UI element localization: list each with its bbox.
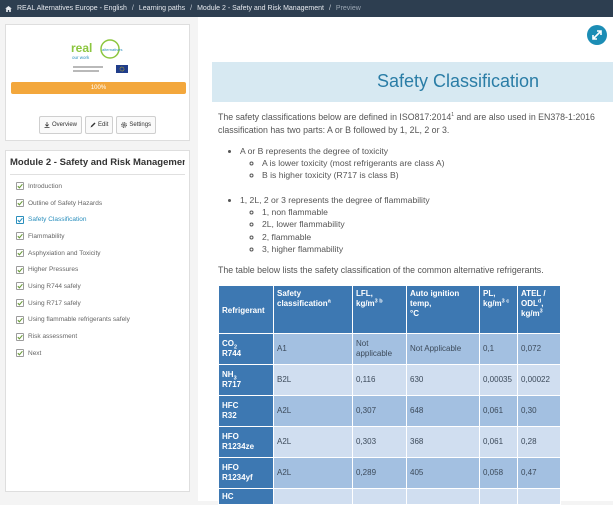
gear-icon [121, 122, 128, 128]
nav-item[interactable]: Asphyxiation and Toxicity [10, 245, 185, 262]
check-icon [17, 351, 23, 356]
breadcrumb: REAL Alternatives Europe - English / Lea… [0, 0, 613, 17]
nav-item[interactable]: Introduction [10, 178, 185, 195]
breadcrumb-separator: / [190, 5, 193, 12]
download-icon [44, 122, 50, 128]
check-icon [17, 184, 23, 189]
nav-item[interactable]: Using flammable refrigerants safely [10, 312, 185, 329]
completed-checkbox [16, 299, 24, 308]
check-icon [17, 250, 23, 256]
course-actions: Overview Edit Settings [39, 116, 157, 134]
nav-item[interactable]: Using R744 safely [10, 278, 185, 295]
overview-button[interactable]: Overview [39, 116, 83, 134]
module-title: Module 2 - Safety and Risk Management [10, 157, 185, 168]
nav-item-label: Using R717 safely [28, 299, 81, 307]
check-icon [17, 317, 23, 323]
breadcrumb-current: Preview [335, 5, 361, 12]
logo-tagline: our work [72, 55, 90, 60]
module-item-list: Introduction Outline of Safety Hazards Saf… [10, 178, 185, 362]
breadcrumb-separator: / [131, 5, 134, 12]
nav-item[interactable]: Using R717 safely [10, 295, 185, 312]
check-icon [17, 217, 23, 223]
nav-item-label: Next [28, 349, 42, 357]
nav-item-label: Safety Classification [28, 216, 87, 224]
nav-item[interactable]: Flammability [10, 228, 185, 245]
check-icon [17, 267, 23, 273]
completed-checkbox [16, 232, 24, 241]
logo-word: real [71, 41, 92, 55]
completed-checkbox [16, 315, 24, 324]
nav-item-label: Asphyxiation and Toxicity [28, 249, 101, 257]
completed-checkbox [16, 349, 24, 358]
nav-item-label: Outline of Safety Hazards [28, 199, 103, 207]
nav-item-label: Risk assessment [28, 333, 78, 341]
expand-icon [592, 30, 602, 40]
divider [10, 174, 185, 175]
home-icon[interactable] [5, 5, 12, 12]
completed-checkbox [16, 199, 24, 208]
overview-button-label: Overview [52, 122, 78, 128]
check-icon [17, 284, 23, 290]
settings-button-label: Settings [129, 122, 152, 128]
expand-button[interactable] [587, 25, 607, 45]
real-alternatives-logo: real alternatives our work [69, 37, 131, 77]
completed-checkbox [16, 249, 24, 258]
progress-label: 100% [90, 85, 107, 91]
breadcrumb-item-module[interactable]: Module 2 - Safety and Risk Management [197, 5, 324, 12]
edit-button-label: Edit [98, 122, 109, 128]
pencil-icon [90, 122, 96, 128]
completed-checkbox [16, 215, 24, 224]
breadcrumb-item-learning-paths[interactable]: Learning paths [139, 5, 185, 12]
nav-item-label: Introduction [28, 182, 62, 190]
check-icon [17, 234, 23, 240]
nav-item[interactable]: Safety Classification [10, 211, 185, 228]
edit-button[interactable]: Edit [85, 116, 114, 134]
module-nav: Module 2 - Safety and Risk Management In… [5, 150, 190, 492]
nav-item-label: Higher Pressures [28, 266, 79, 274]
breadcrumb-item-course[interactable]: REAL Alternatives Europe - English [17, 5, 127, 12]
check-icon [17, 200, 23, 206]
logo-alternatives: alternatives [102, 47, 122, 52]
settings-button[interactable]: Settings [116, 116, 157, 134]
nav-item-label: Using R744 safely [28, 282, 81, 290]
nav-item[interactable]: Outline of Safety Hazards [10, 195, 185, 212]
nav-item[interactable]: Risk assessment [10, 328, 185, 345]
nav-item-label: Flammability [28, 232, 65, 240]
completed-checkbox [16, 182, 24, 191]
nav-item[interactable]: Higher Pressures [10, 261, 185, 278]
completed-checkbox [16, 332, 24, 341]
completed-checkbox [16, 282, 24, 291]
lesson-content [198, 17, 613, 501]
sidebar: real alternatives our work 100% Overview… [5, 24, 190, 492]
nav-item[interactable]: Next [10, 345, 185, 362]
nav-item-label: Using flammable refrigerants safely [28, 316, 130, 324]
course-card: real alternatives our work 100% Overview… [5, 24, 190, 141]
check-icon [17, 334, 23, 340]
progress-bar: 100% [11, 82, 186, 94]
completed-checkbox [16, 265, 24, 274]
check-icon [17, 301, 23, 306]
breadcrumb-separator: / [328, 5, 331, 12]
